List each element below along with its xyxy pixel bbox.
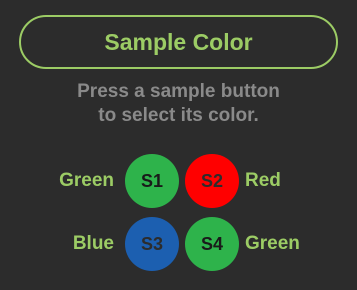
sample-color-title-label: Sample Color: [104, 28, 253, 55]
sample-s2-label: S2: [200, 170, 224, 191]
sample-s2-color-label: Red: [245, 170, 281, 191]
instructions-line-1: Press a sample button: [77, 81, 280, 102]
sample-s3-color-label: Blue: [72, 233, 114, 254]
sample-s1-button[interactable]: S1: [125, 154, 179, 208]
sample-s3-button[interactable]: S3: [125, 217, 179, 271]
sample-s3-label: S3: [140, 233, 164, 254]
sample-row-1: Green S1 S2 Red: [0, 154, 357, 208]
sample-s2-button[interactable]: S2: [185, 154, 239, 208]
instructions-line-2: to select its color.: [98, 105, 259, 126]
sample-s4-label: S4: [200, 233, 224, 254]
sample-s1-label: S1: [140, 170, 164, 191]
instructions-text: Press a sample button to select its colo…: [0, 80, 357, 128]
sample-color-panel: Sample Color Press a sample button to se…: [0, 0, 357, 290]
sample-row-2: Blue S3 S4 Green: [0, 217, 357, 271]
sample-s4-color-label: Green: [245, 233, 300, 254]
sample-color-title-button[interactable]: Sample Color: [19, 15, 338, 69]
sample-s4-button[interactable]: S4: [185, 217, 239, 271]
sample-s1-color-label: Green: [59, 170, 114, 191]
